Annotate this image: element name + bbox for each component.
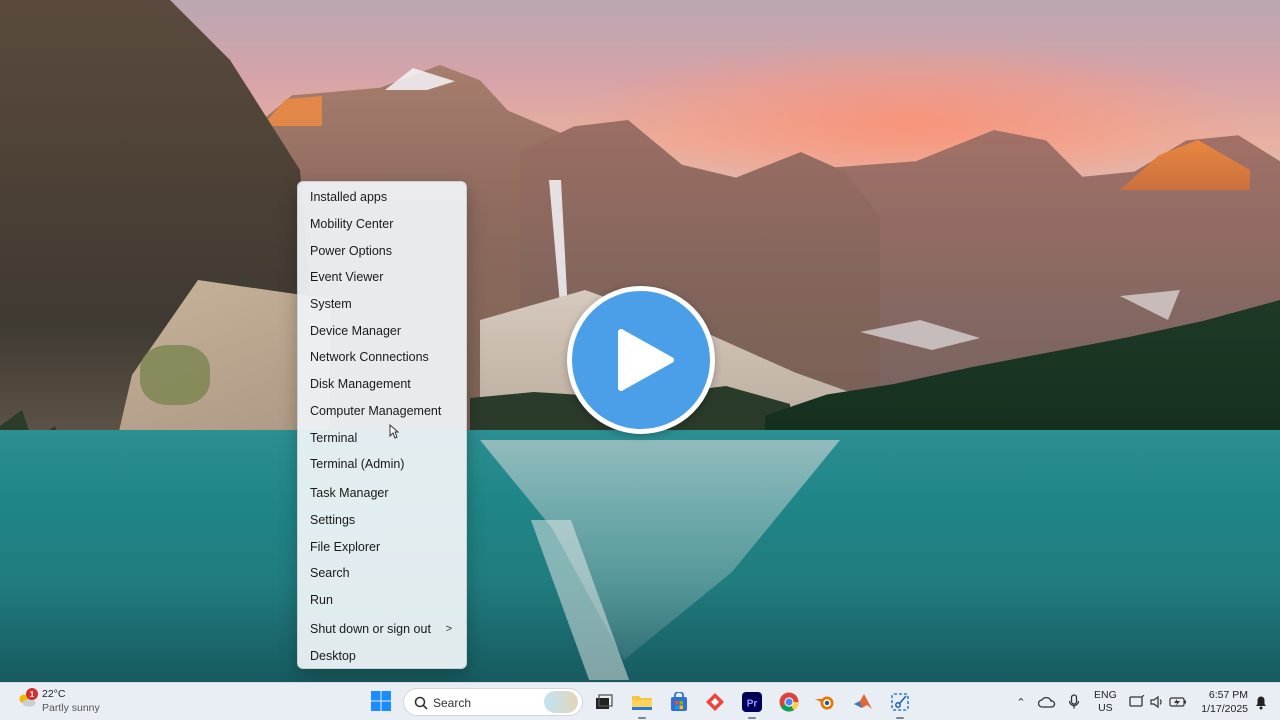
premiere-pro-icon: Pr bbox=[742, 692, 762, 712]
matlab-icon bbox=[854, 694, 872, 709]
speaker-icon bbox=[1150, 695, 1162, 709]
menu-item-event-viewer[interactable]: Event Viewer bbox=[298, 264, 466, 291]
svg-text:Pr: Pr bbox=[747, 699, 758, 710]
snipping-tool-button[interactable] bbox=[889, 691, 911, 719]
blender-button[interactable] bbox=[814, 691, 836, 713]
menu-item-shut-down[interactable]: Shut down or sign out > bbox=[298, 616, 466, 643]
chevron-right-icon: > bbox=[445, 623, 452, 636]
play-icon bbox=[618, 329, 674, 391]
menu-item-installed-apps[interactable]: Installed apps bbox=[298, 184, 466, 211]
menu-item-desktop[interactable]: Desktop bbox=[298, 643, 466, 670]
show-hidden-icons-button[interactable]: ⌃ bbox=[1010, 691, 1032, 713]
menu-item-mobility-center[interactable]: Mobility Center bbox=[298, 211, 466, 238]
task-view-button[interactable] bbox=[593, 691, 615, 713]
menu-item-disk-management[interactable]: Disk Management bbox=[298, 371, 466, 398]
chrome-button[interactable] bbox=[778, 691, 800, 713]
menu-item-computer-management[interactable]: Computer Management bbox=[298, 398, 466, 425]
region-code: US bbox=[1098, 702, 1113, 714]
windows-logo-icon bbox=[371, 691, 391, 711]
onedrive-button[interactable] bbox=[1036, 691, 1058, 713]
taskbar: 1 22°C Partly sunny Search Pr ⌃ ENG US 6… bbox=[0, 682, 1280, 720]
menu-item-network-connections[interactable]: Network Connections bbox=[298, 344, 466, 371]
language-indicator[interactable]: ENG US bbox=[1094, 683, 1118, 720]
search-placeholder: Search bbox=[433, 696, 472, 710]
anydesk-icon bbox=[706, 693, 724, 711]
clock[interactable]: 6:57 PM 1/17/2025 bbox=[1192, 688, 1248, 716]
weather-condition: Partly sunny bbox=[42, 702, 100, 714]
file-explorer-button[interactable] bbox=[631, 691, 653, 719]
network-icon bbox=[1129, 695, 1145, 707]
clock-date: 1/17/2025 bbox=[1201, 703, 1248, 715]
menu-item-settings[interactable]: Settings bbox=[298, 507, 466, 534]
bell-icon bbox=[1256, 696, 1266, 710]
menu-item-file-explorer[interactable]: File Explorer bbox=[298, 533, 466, 560]
battery-button[interactable] bbox=[1167, 691, 1189, 713]
start-button[interactable] bbox=[370, 690, 392, 712]
chrome-icon bbox=[779, 692, 799, 712]
volume-button[interactable] bbox=[1146, 691, 1168, 713]
video-play-button[interactable] bbox=[567, 286, 715, 434]
microphone-button[interactable] bbox=[1063, 691, 1085, 713]
blender-icon bbox=[815, 696, 834, 710]
menu-item-terminal[interactable]: Terminal bbox=[298, 424, 466, 451]
menu-item-task-manager[interactable]: Task Manager bbox=[298, 480, 466, 507]
notifications-button[interactable] bbox=[1250, 691, 1272, 713]
menu-item-search[interactable]: Search bbox=[298, 560, 466, 587]
cloud-icon bbox=[1038, 696, 1056, 708]
menu-item-device-manager[interactable]: Device Manager bbox=[298, 317, 466, 344]
battery-charging-icon bbox=[1169, 697, 1186, 707]
menu-item-power-options[interactable]: Power Options bbox=[298, 237, 466, 264]
folder-icon bbox=[632, 696, 652, 710]
microsoft-store-button[interactable] bbox=[668, 691, 690, 713]
snipping-tool-icon bbox=[891, 693, 909, 711]
search-highlight-icon bbox=[544, 691, 578, 713]
mouse-pointer-icon bbox=[389, 424, 399, 439]
network-button[interactable] bbox=[1126, 691, 1148, 713]
menu-item-terminal-admin[interactable]: Terminal (Admin) bbox=[298, 451, 466, 478]
chevron-up-icon: ⌃ bbox=[1016, 696, 1026, 709]
microphone-icon bbox=[1068, 694, 1080, 709]
clock-time: 6:57 PM bbox=[1208, 689, 1248, 701]
matlab-button[interactable] bbox=[852, 691, 874, 713]
weather-widget[interactable]: 1 22°C Partly sunny bbox=[16, 687, 126, 717]
anydesk-button[interactable] bbox=[704, 691, 726, 713]
menu-item-run[interactable]: Run bbox=[298, 587, 466, 614]
store-bag-icon bbox=[671, 692, 687, 711]
search-icon bbox=[414, 696, 428, 710]
task-view-icon bbox=[596, 694, 613, 709]
notification-badge: 1 bbox=[26, 688, 38, 700]
taskbar-search[interactable]: Search bbox=[403, 688, 583, 716]
premiere-pro-button[interactable]: Pr bbox=[741, 691, 763, 719]
language-code: ENG bbox=[1094, 689, 1117, 701]
wallpaper-moss bbox=[140, 345, 210, 405]
weather-temperature: 22°C bbox=[42, 688, 66, 700]
menu-item-system[interactable]: System bbox=[298, 291, 466, 318]
quick-link-menu: Installed apps Mobility Center Power Opt… bbox=[297, 181, 467, 669]
